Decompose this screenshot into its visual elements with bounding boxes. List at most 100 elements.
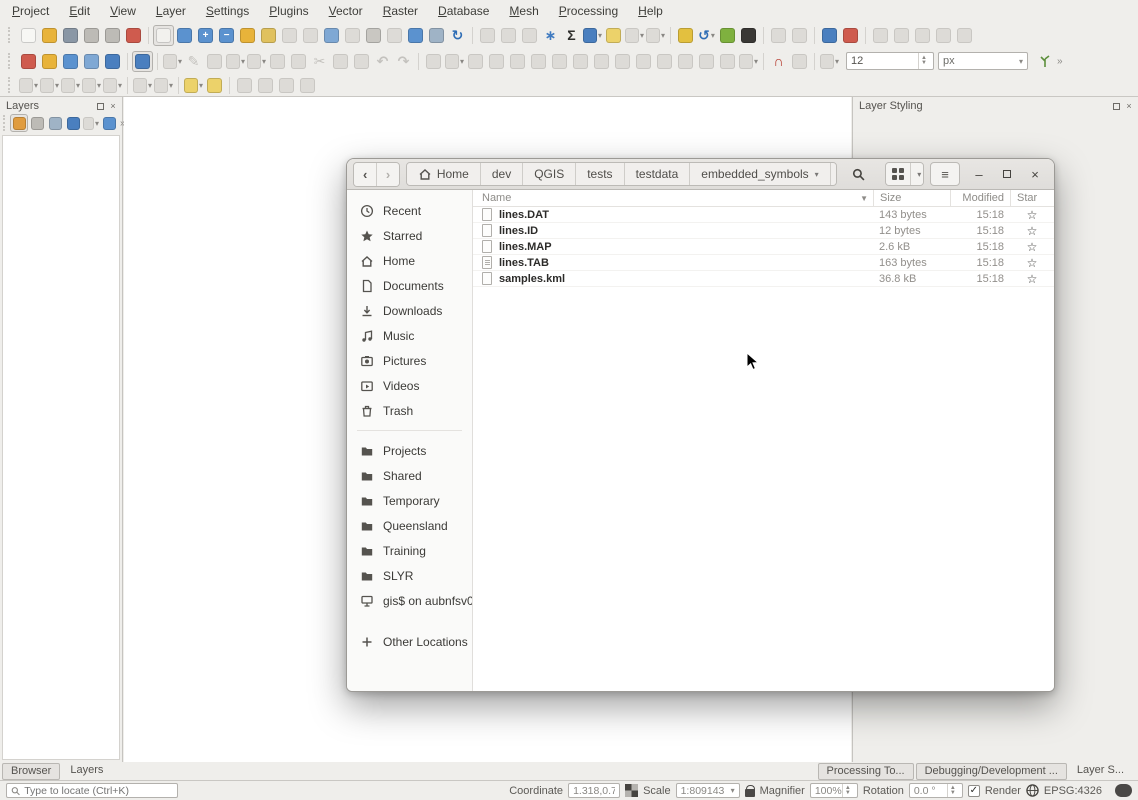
grid-view-icon[interactable] [886,163,910,185]
select-annotation-button[interactable]: ▾ [132,75,153,96]
float-panel-icon[interactable] [1111,101,1121,111]
scale-input[interactable] [681,785,725,797]
zoom-next-button[interactable] [342,25,363,46]
annotation-toolbar-button[interactable]: ▾ [645,25,666,46]
move-label-button[interactable] [891,25,912,46]
undo-button[interactable]: ↶ [372,51,393,72]
copy-features-button[interactable] [330,51,351,72]
lock-scale-icon[interactable] [745,789,755,797]
show-hidden-labels-button[interactable] [789,25,810,46]
manage-map-themes-button[interactable] [46,114,64,132]
zoom-out-button[interactable]: − [216,25,237,46]
star-toggle[interactable]: ☆ [1010,208,1054,222]
open-attribute-table-button[interactable] [498,25,519,46]
forward-button[interactable]: › [376,163,398,186]
layout-manager-button[interactable] [102,25,123,46]
menu-settings[interactable]: Settings [206,4,249,18]
pan-to-selection-button[interactable] [174,25,195,46]
toggle-editing-button[interactable]: ✎ [183,51,204,72]
new-print-layout-button[interactable] [81,25,102,46]
menu-processing[interactable]: Processing [559,4,618,18]
close-button[interactable]: × [1026,165,1044,183]
qgis-resource-plugin-button[interactable] [717,25,738,46]
new-3d-map-view-button[interactable] [384,25,405,46]
change-label-properties-button[interactable] [933,25,954,46]
stream-digitizing-button[interactable]: ▾ [444,51,465,72]
toolbar-handle[interactable] [8,27,13,43]
file-row[interactable]: lines.MAP2.6 kB15:18☆ [473,239,1054,255]
rotate-symbol-button[interactable] [234,75,255,96]
expand-collapse-all-button[interactable] [100,114,118,132]
rectangle-annotation-button[interactable]: ▾ [81,75,102,96]
add-group-button[interactable] [28,114,46,132]
zoom-in-button[interactable]: + [195,25,216,46]
sidebar-bookmark-slyr[interactable]: SLYR [347,563,472,588]
column-header-star[interactable]: Star [1010,190,1054,206]
render-checkbox[interactable]: ✓ [968,785,980,797]
menu-database[interactable]: Database [438,4,489,18]
filter-legend-button[interactable] [64,114,82,132]
pan-map-button[interactable] [153,25,174,46]
sidebar-item-downloads[interactable]: Downloads [347,298,472,323]
close-panel-icon[interactable]: × [108,101,118,111]
hamburger-menu-button[interactable]: ≡ [930,162,960,186]
modify-attributes-button[interactable] [267,51,288,72]
copy-move-feature-button[interactable] [486,51,507,72]
paste-features-button[interactable] [351,51,372,72]
search-button[interactable] [843,162,873,186]
symbol-size-spinbox[interactable]: ▲▼ [846,52,934,70]
new-shapefile-layer-button[interactable] [60,51,81,72]
point-annotation-button[interactable] [204,75,225,96]
zoom-last-button[interactable] [321,25,342,46]
change-symbol-button[interactable] [276,75,297,96]
column-header-modified[interactable]: Modified [950,190,1010,206]
coordinate-input[interactable] [573,785,615,797]
sidebar-bookmark-gis-on-aubnfsv006[interactable]: gis$ on aubnfsv006 [347,588,472,613]
split-parts-button[interactable] [675,51,696,72]
menu-layer[interactable]: Layer [156,4,186,18]
fill-ring-button[interactable] [591,51,612,72]
replace-symbol-button[interactable] [297,75,318,96]
sidebar-item-other-locations[interactable]: Other Locations [347,629,472,654]
sidebar-item-starred[interactable]: Starred [347,223,472,248]
temporal-controller-button[interactable] [426,25,447,46]
float-panel-icon[interactable] [95,101,105,111]
star-toggle[interactable]: ☆ [1010,256,1054,270]
sidebar-item-documents[interactable]: Documents [347,273,472,298]
form-annotation-button[interactable]: ▾ [183,75,204,96]
star-toggle[interactable]: ☆ [1010,224,1054,238]
zoom-native-button[interactable] [300,25,321,46]
save-layer-edits-button[interactable] [204,51,225,72]
layer-diagram-options-button[interactable] [840,25,861,46]
add-ring-button[interactable] [549,51,570,72]
spinner-arrows[interactable]: ▲▼ [918,53,929,69]
breadcrumb-segment-testdata[interactable]: testdata [624,163,690,185]
text-annotation-button[interactable]: ▾ [153,75,174,96]
file-row[interactable]: lines.TAB163 bytes15:18☆ [473,255,1054,271]
menu-raster[interactable]: Raster [383,4,418,18]
python-console-button[interactable] [675,25,696,46]
sidebar-item-pictures[interactable]: Pictures [347,348,472,373]
layer-labeling-options-button[interactable] [819,25,840,46]
dock-tab-layers[interactable]: Layers [62,763,111,780]
breadcrumb-segment-embedded-symbols[interactable]: embedded_symbols▾ [689,163,829,185]
vertex-align-button[interactable] [717,51,738,72]
breadcrumb-segment-qgis[interactable]: QGIS [522,163,575,185]
vegetation-plugin-button[interactable] [1034,51,1055,72]
cloud-annotation-button[interactable]: ▾ [60,75,81,96]
circle-annotation-button[interactable]: ▾ [39,75,60,96]
breadcrumb-segment-tests[interactable]: tests [575,163,623,185]
locator-input[interactable] [24,785,173,797]
new-project-button[interactable] [18,25,39,46]
chevron-down-icon[interactable]: ▾ [910,163,924,185]
view-toggle-button[interactable]: ▾ [885,162,924,186]
enable-tracing-button[interactable] [789,51,810,72]
back-button[interactable]: ‹ [354,163,376,186]
identify-features-button[interactable] [477,25,498,46]
redo-button[interactable]: ↷ [393,51,414,72]
current-edits-button[interactable]: ▾ [162,51,183,72]
toolbar-handle[interactable] [8,53,13,69]
scale-combobox[interactable]: ▾ [676,783,740,798]
magnifier-input[interactable] [815,785,842,797]
dock-tab-layer-s-[interactable]: Layer S... [1069,763,1132,780]
